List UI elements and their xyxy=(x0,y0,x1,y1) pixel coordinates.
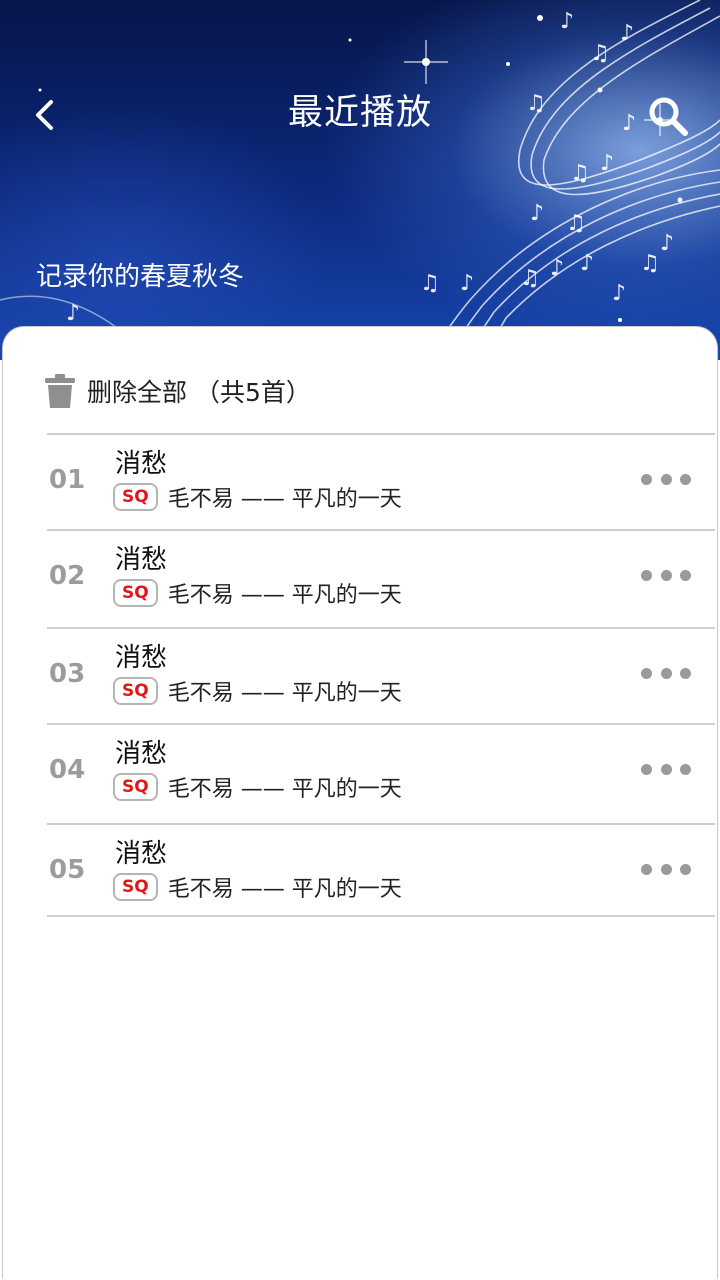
trash-icon xyxy=(45,374,75,408)
more-options-icon[interactable] xyxy=(641,561,691,589)
song-index: 02 xyxy=(49,561,86,591)
delete-all-button[interactable]: 删除全部 （共5首） xyxy=(45,369,311,413)
svg-text:♪: ♪ xyxy=(550,256,564,281)
recent-list-panel: 删除全部 （共5首） 01 消愁 SQ 毛不易 —— 平凡的一天 02 消愁 S… xyxy=(2,326,718,1279)
song-title: 消愁 xyxy=(115,739,168,769)
svg-text:♪: ♪ xyxy=(530,201,544,226)
song-artist-album: 毛不易 —— 平凡的一天 xyxy=(167,487,402,512)
svg-text:♪: ♪ xyxy=(560,9,574,34)
song-index: 05 xyxy=(49,855,86,885)
song-list: 01 消愁 SQ 毛不易 —— 平凡的一天 02 消愁 SQ 毛不易 —— 平凡… xyxy=(47,433,715,917)
svg-text:♫: ♫ xyxy=(420,271,440,296)
svg-text:♫: ♫ xyxy=(520,266,540,291)
delete-all-label: 删除全部 （共5首） xyxy=(87,378,311,407)
svg-text:♪: ♪ xyxy=(66,301,80,326)
song-index: 01 xyxy=(49,465,86,495)
song-title: 消愁 xyxy=(115,545,168,575)
svg-text:♫: ♫ xyxy=(640,251,660,276)
svg-text:♫: ♫ xyxy=(590,41,610,66)
svg-text:♪: ♪ xyxy=(580,251,594,276)
more-options-icon[interactable] xyxy=(641,465,691,493)
quality-badge: SQ xyxy=(113,873,158,901)
search-icon xyxy=(649,97,688,136)
more-options-icon[interactable] xyxy=(641,755,691,783)
song-artist-album: 毛不易 —— 平凡的一天 xyxy=(167,583,402,608)
page-title: 最近播放 xyxy=(287,93,432,133)
song-title: 消愁 xyxy=(115,449,168,479)
song-row[interactable]: 05 消愁 SQ 毛不易 —— 平凡的一天 xyxy=(47,825,715,917)
song-row[interactable]: 01 消愁 SQ 毛不易 —— 平凡的一天 xyxy=(47,435,715,531)
song-artist-album: 毛不易 —— 平凡的一天 xyxy=(167,877,402,902)
search-button[interactable] xyxy=(640,88,696,144)
svg-text:♫: ♫ xyxy=(570,161,590,186)
song-artist-album: 毛不易 —— 平凡的一天 xyxy=(167,777,402,802)
song-index: 03 xyxy=(49,659,86,689)
song-index: 04 xyxy=(49,755,86,785)
song-title: 消愁 xyxy=(115,839,168,869)
svg-text:♪: ♪ xyxy=(460,271,474,296)
quality-badge: SQ xyxy=(113,579,158,607)
quality-badge: SQ xyxy=(113,773,158,801)
song-row[interactable]: 02 消愁 SQ 毛不易 —— 平凡的一天 xyxy=(47,531,715,629)
song-artist-album: 毛不易 —— 平凡的一天 xyxy=(167,681,402,706)
music-staff-decoration: ♪♫♪ ♫♪♫ ♪♪ ♫ ♪♫ ♪ ♫ ♪ ♪ ♪♫♪ xyxy=(0,0,720,360)
svg-text:♪: ♪ xyxy=(612,281,626,306)
svg-text:♫: ♫ xyxy=(566,211,586,236)
svg-text:♪: ♪ xyxy=(600,151,614,176)
song-title: 消愁 xyxy=(115,643,168,673)
quality-badge: SQ xyxy=(113,677,158,705)
svg-text:♪: ♪ xyxy=(620,21,634,46)
song-row[interactable]: 03 消愁 SQ 毛不易 —— 平凡的一天 xyxy=(47,629,715,725)
song-row[interactable]: 04 消愁 SQ 毛不易 —— 平凡的一天 xyxy=(47,725,715,825)
more-options-icon[interactable] xyxy=(641,855,691,883)
more-options-icon[interactable] xyxy=(641,659,691,687)
header-tagline: 记录你的春夏秋冬 xyxy=(36,262,245,292)
header-banner: ♪♫♪ ♫♪♫ ♪♪♫ ♪♫♪ ♫♪♪ ♪♫♪ 最近播放 xyxy=(0,0,720,360)
quality-badge: SQ xyxy=(113,483,158,511)
svg-text:♪: ♪ xyxy=(660,231,674,256)
